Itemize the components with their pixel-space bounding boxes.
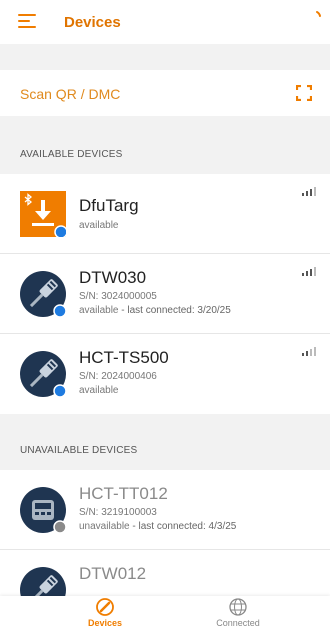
scan-frame-icon [296, 85, 312, 101]
probe-icon [20, 567, 66, 596]
device-name: DTW030 [79, 268, 147, 287]
device-name: HCT-TT012 [79, 484, 168, 503]
section-label: AVAILABLE DEVICES [20, 149, 123, 160]
device-row-dtw012[interactable]: DTW012 [0, 550, 330, 596]
device-row-dfutarg[interactable]: DfuTarg available [0, 174, 330, 254]
device-row-dtw030[interactable]: DTW030 S/N: 3024000005 available - last … [0, 254, 330, 334]
device-name: DTW012 [79, 564, 147, 583]
device-status: available [79, 385, 119, 396]
scan-qr-label: Scan QR / DMC [20, 86, 121, 102]
probe-icon [20, 351, 66, 397]
spacer [0, 44, 330, 70]
device-name: HCT-TS500 [79, 348, 169, 367]
device-status: available [79, 220, 119, 231]
signal-strength-icon [302, 347, 316, 356]
bottom-nav: Devices Connected [0, 596, 330, 626]
meter-icon [20, 487, 66, 533]
device-row-hct-ts500[interactable]: HCT-TS500 S/N: 2024000406 available [0, 334, 330, 414]
section-header-available: AVAILABLE DEVICES [0, 116, 330, 174]
globe-icon [229, 598, 247, 616]
menu-icon[interactable] [18, 14, 36, 28]
nav-connected[interactable]: Connected [178, 596, 298, 626]
devices-icon [96, 598, 114, 616]
device-status: available - last connected: 3/20/25 [79, 305, 231, 316]
section-label: UNAVAILABLE DEVICES [20, 445, 138, 456]
signal-strength-icon [302, 187, 316, 196]
nav-devices[interactable]: Devices [45, 596, 165, 626]
device-row-hct-tt012[interactable]: HCT-TT012 S/N: 3219100003 unavailable - … [0, 470, 330, 550]
device-name: DfuTarg [79, 196, 139, 215]
device-serial: S/N: 2024000406 [79, 371, 157, 382]
signal-strength-icon [302, 267, 316, 276]
section-header-unavailable: UNAVAILABLE DEVICES [0, 414, 330, 470]
app-bar: Devices [0, 0, 330, 44]
scan-qr-button[interactable]: Scan QR / DMC [0, 70, 330, 116]
probe-icon [20, 271, 66, 317]
nav-devices-label: Devices [87, 618, 123, 626]
device-serial: S/N: 3219100003 [79, 507, 157, 518]
nav-connected-label: Connected [216, 618, 260, 626]
page-title: Devices [64, 14, 121, 31]
device-serial: S/N: 3024000005 [79, 291, 157, 302]
loading-spinner-icon [316, 11, 321, 17]
device-status: unavailable - last connected: 4/3/25 [79, 521, 237, 532]
bluetooth-download-icon [20, 191, 66, 237]
